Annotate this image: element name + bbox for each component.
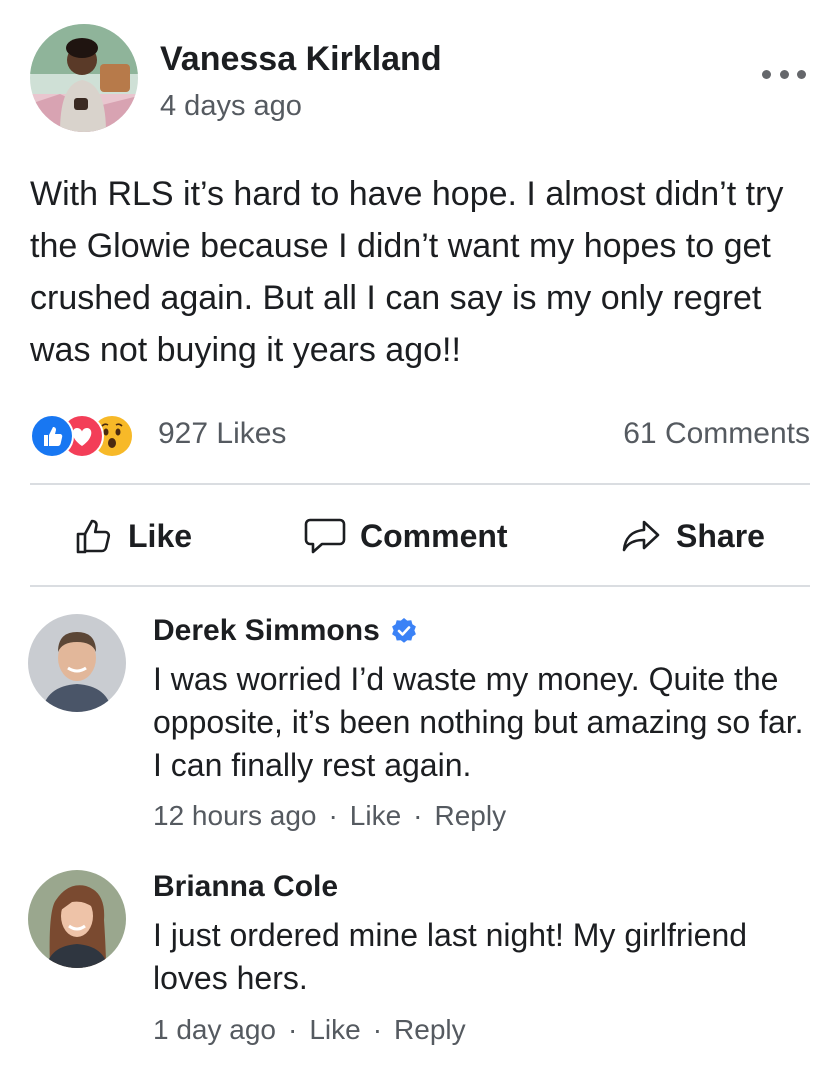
comment-reply-link[interactable]: Reply <box>394 1014 466 1045</box>
comment-bubble-icon <box>304 518 346 554</box>
reaction-icons[interactable] <box>30 414 150 458</box>
post-timestamp[interactable]: 4 days ago <box>160 90 302 123</box>
comment-item: Derek Simmons I was worried I’d waste my… <box>28 614 818 844</box>
share-arrow-icon <box>622 520 660 552</box>
comment-like-link[interactable]: Like <box>309 1014 360 1045</box>
post-header: Vanessa Kirkland 4 days ago <box>30 24 820 136</box>
share-button[interactable]: Share <box>620 512 765 560</box>
comment-button[interactable]: Comment <box>304 512 508 560</box>
commenter-avatar[interactable] <box>28 614 126 712</box>
dot <box>762 69 771 79</box>
commenter-name-text: Brianna Cole <box>153 870 339 903</box>
divider <box>30 585 810 587</box>
dot <box>797 69 806 79</box>
commenter-avatar[interactable] <box>28 870 126 968</box>
like-button[interactable]: Like <box>74 512 192 560</box>
thumbs-up-icon <box>76 519 111 554</box>
comment-text: I just ordered mine last night! My girlf… <box>153 917 748 996</box>
comment-meta: 12 hours ago · Like · Reply <box>153 800 506 832</box>
reaction-stats: 927 Likes 61 Comments <box>30 410 810 458</box>
comment-meta: 1 day ago · Like · Reply <box>153 1014 466 1046</box>
separator: · <box>288 1014 298 1045</box>
comment-timestamp[interactable]: 1 day ago <box>153 1014 276 1045</box>
more-options-icon[interactable] <box>762 64 806 84</box>
likes-count[interactable]: 927 Likes <box>158 417 286 451</box>
comment-button-label: Comment <box>360 517 508 554</box>
separator: · <box>413 800 423 831</box>
share-button-label: Share <box>676 517 765 554</box>
dot <box>779 69 789 79</box>
author-avatar[interactable] <box>30 24 138 132</box>
post-text: With RLS it’s hard to have hope. I almos… <box>30 175 784 369</box>
divider <box>30 483 810 485</box>
commenter-name[interactable]: Derek Simmons <box>153 614 418 648</box>
separator: · <box>372 1014 383 1045</box>
like-button-label: Like <box>128 517 193 554</box>
comment-timestamp[interactable]: 12 hours ago <box>153 800 316 831</box>
action-bar: Like Comment Share <box>30 500 810 572</box>
author-name[interactable]: Vanessa Kirkland <box>160 40 442 79</box>
comment-like-link[interactable]: Like <box>350 800 401 831</box>
comment-text: I was worried I’d waste my money. Quite … <box>153 661 804 783</box>
comment-reply-link[interactable]: Reply <box>435 800 507 831</box>
commenter-name-text: Derek Simmons <box>153 614 380 647</box>
like-icon <box>30 414 74 458</box>
verified-badge-icon <box>391 618 416 643</box>
separator: · <box>328 800 338 831</box>
comments-count[interactable]: 61 Comments <box>623 417 810 451</box>
comment-item: Brianna Cole I just ordered mine last ni… <box>28 870 818 1055</box>
commenter-name[interactable]: Brianna Cole <box>153 870 338 904</box>
